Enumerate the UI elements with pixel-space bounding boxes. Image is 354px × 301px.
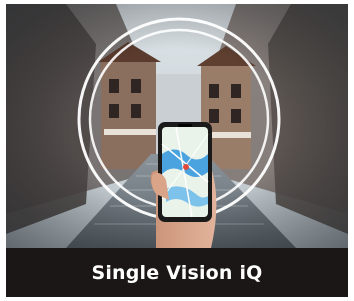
smartphone (158, 122, 212, 222)
product-title: Single Vision iQ (91, 261, 263, 284)
product-card[interactable]: Single Vision iQ (6, 4, 348, 297)
street-scene (6, 4, 348, 248)
hero-photo (6, 4, 348, 248)
caption-bar: Single Vision iQ (6, 248, 348, 297)
